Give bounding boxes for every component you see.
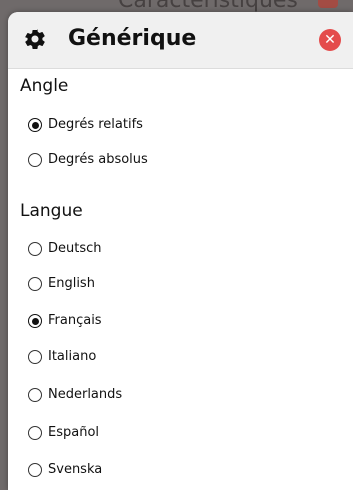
radio-button-checked[interactable] [28, 314, 42, 328]
settings-panel: Générique ✕ Angle Degrés relatifs Degrés… [8, 12, 353, 490]
radio-language-espanol[interactable]: Español [28, 421, 99, 445]
radio-button[interactable] [28, 463, 42, 477]
gear-icon [25, 29, 45, 50]
radio-button[interactable] [28, 277, 42, 291]
option-label: English [48, 276, 95, 291]
radio-language-nederlands[interactable]: Nederlands [28, 383, 122, 407]
radio-language-svenska[interactable]: Svenska [28, 458, 102, 482]
radio-button[interactable] [28, 242, 42, 256]
radio-button-checked[interactable] [28, 118, 42, 132]
radio-button[interactable] [28, 426, 42, 440]
language-heading: Langue [20, 201, 83, 221]
option-label: Français [48, 313, 102, 328]
radio-button[interactable] [28, 153, 42, 167]
close-button[interactable]: ✕ [319, 29, 341, 51]
radio-button[interactable] [28, 388, 42, 402]
background-badge [318, 0, 338, 8]
angle-heading: Angle [20, 76, 69, 96]
option-label: Svenska [48, 462, 103, 477]
radio-language-italiano[interactable]: Italiano [28, 345, 96, 369]
option-label: Italiano [48, 349, 97, 364]
option-label: Español [48, 425, 100, 440]
radio-angle-relative[interactable]: Degrés relatifs [28, 113, 143, 137]
radio-button[interactable] [28, 350, 42, 364]
radio-language-deutsch[interactable]: Deutsch [28, 237, 102, 261]
radio-language-english[interactable]: English [28, 272, 95, 296]
panel-header: Générique ✕ [8, 12, 353, 69]
radio-language-francais[interactable]: Français [28, 309, 102, 333]
option-label: Degrés absolus [48, 152, 148, 167]
option-label: Deutsch [48, 241, 102, 256]
option-label: Degrés relatifs [48, 117, 143, 132]
panel-title: Générique [68, 26, 197, 51]
option-label: Nederlands [48, 387, 123, 402]
radio-angle-absolute[interactable]: Degrés absolus [28, 148, 148, 172]
close-icon: ✕ [324, 32, 336, 48]
